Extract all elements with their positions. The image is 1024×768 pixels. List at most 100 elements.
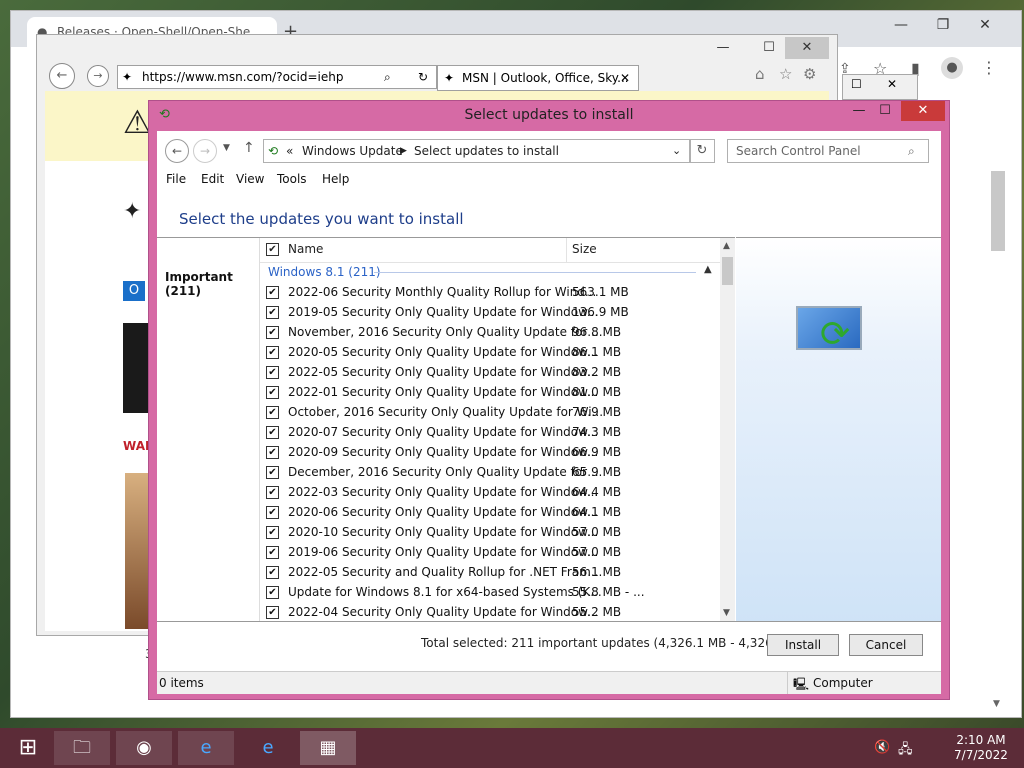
update-checkbox[interactable]: ✔ xyxy=(266,566,279,579)
table-row[interactable]: ✔ November, 2016 Security Only Quality Up… xyxy=(260,322,720,342)
breadcrumb-windows-update[interactable]: Windows Update xyxy=(302,140,403,162)
update-checkbox[interactable]: ✔ xyxy=(266,406,279,419)
table-row[interactable]: ✔ October, 2016 Security Only Quality Upd… xyxy=(260,402,720,422)
table-row[interactable]: ✔ 2020-10 Security Only Quality Update fo… xyxy=(260,522,720,542)
update-checkbox[interactable]: ✔ xyxy=(266,446,279,459)
file-explorer-icon[interactable]: 🗀 xyxy=(54,731,110,765)
control-panel-taskbar-icon[interactable]: ▦ xyxy=(300,731,356,765)
update-checkbox[interactable]: ✔ xyxy=(266,326,279,339)
menu-file[interactable]: File xyxy=(166,172,186,186)
table-row[interactable]: ✔ Update for Windows 8.1 for x64-based Sy… xyxy=(260,582,720,602)
search-input[interactable]: Search Control Panel ⌕ xyxy=(727,139,929,163)
volume-muted-icon[interactable]: 🔇 xyxy=(874,740,890,755)
dialog-close-button[interactable]: ✕ xyxy=(901,101,945,121)
ie-taskbar-icon[interactable]: e xyxy=(178,731,234,765)
menu-edit[interactable]: Edit xyxy=(201,172,224,186)
forward-icon[interactable]: → xyxy=(193,139,217,163)
ie-refresh-icon[interactable]: ↻ xyxy=(418,66,428,88)
breadcrumb-prefix[interactable]: « xyxy=(286,140,293,162)
background-window[interactable]: ☐ ✕ xyxy=(842,74,918,100)
update-checkbox[interactable]: ✔ xyxy=(266,366,279,379)
table-row[interactable]: ✔ 2022-05 Security and Quality Rollup for… xyxy=(260,562,720,582)
ie-close-button[interactable]: ✕ xyxy=(785,37,829,59)
outlook-icon[interactable]: O xyxy=(123,281,145,301)
scroll-down-icon[interactable]: ▼ xyxy=(993,699,1000,709)
search-icon[interactable]: ⌕ xyxy=(908,140,915,162)
breadcrumb-current[interactable]: Select updates to install xyxy=(414,140,559,162)
scroll-down-icon[interactable]: ▼ xyxy=(723,608,730,618)
scrollbar-thumb[interactable] xyxy=(722,257,733,285)
table-row[interactable]: ✔ 2019-05 Security Only Quality Update fo… xyxy=(260,302,720,322)
table-row[interactable]: ✔ 2020-07 Security Only Quality Update fo… xyxy=(260,422,720,442)
column-name[interactable]: Name xyxy=(288,242,323,256)
group-header[interactable]: Windows 8.1 (211) ▲ xyxy=(260,262,720,282)
update-checkbox[interactable]: ✔ xyxy=(266,606,279,619)
chrome-close-button[interactable]: ✕ xyxy=(965,17,1005,33)
chrome-minimize-button[interactable]: — xyxy=(881,17,921,33)
table-row[interactable]: ✔ 2020-09 Security Only Quality Update fo… xyxy=(260,442,720,462)
ie-search-icon[interactable]: ⌕ xyxy=(384,66,391,88)
chrome-scrollbar-thumb[interactable] xyxy=(991,171,1005,251)
update-checkbox[interactable]: ✔ xyxy=(266,486,279,499)
menu-help[interactable]: Help xyxy=(322,172,349,186)
table-row[interactable]: ✔ 2020-06 Security Only Quality Update fo… xyxy=(260,502,720,522)
table-row[interactable]: ✔ 2022-03 Security Only Quality Update fo… xyxy=(260,482,720,502)
chrome-maximize-button[interactable]: ❐ xyxy=(923,17,963,33)
install-button[interactable]: Install xyxy=(767,634,839,656)
ie-settings-icon[interactable]: ⚙ xyxy=(803,65,816,83)
profile-avatar-icon[interactable]: ● xyxy=(941,57,963,79)
table-row[interactable]: ✔ 2022-06 Security Monthly Quality Rollup… xyxy=(260,282,720,302)
address-dropdown-icon[interactable]: ⌄ xyxy=(672,140,681,162)
bg-close-icon[interactable]: ✕ xyxy=(887,77,897,91)
update-checkbox[interactable]: ✔ xyxy=(266,506,279,519)
ie-forward-icon[interactable]: → xyxy=(87,65,109,87)
up-icon[interactable]: ↑ xyxy=(243,140,255,156)
network-icon[interactable]: 🖧 xyxy=(898,740,913,762)
table-row[interactable]: ✔ 2022-01 Security Only Quality Update fo… xyxy=(260,382,720,402)
news-image[interactable] xyxy=(123,323,149,413)
collapse-icon[interactable]: ▲ xyxy=(704,264,712,275)
scroll-up-icon[interactable]: ▲ xyxy=(723,241,730,251)
update-checkbox[interactable]: ✔ xyxy=(266,466,279,479)
bg-maximize-icon[interactable]: ☐ xyxy=(851,77,862,91)
update-checkbox[interactable]: ✔ xyxy=(266,426,279,439)
ie-minimize-button[interactable]: — xyxy=(701,37,745,59)
address-breadcrumb[interactable]: ⟲ « Windows Update ▶ Select updates to i… xyxy=(263,139,691,163)
cancel-button[interactable]: Cancel xyxy=(849,634,923,656)
ie-address-bar[interactable]: ✦ https://www.msn.com/?ocid=iehp ⌕ ↻ xyxy=(117,65,437,89)
chrome-icon[interactable]: ◉ xyxy=(116,731,172,765)
table-row[interactable]: ✔ 2022-05 Security Only Quality Update fo… xyxy=(260,362,720,382)
ie-home-icon[interactable]: ⌂ xyxy=(755,65,765,83)
menu-view[interactable]: View xyxy=(236,172,264,186)
update-checkbox[interactable]: ✔ xyxy=(266,546,279,559)
recent-locations-icon[interactable]: ▼ xyxy=(223,143,230,153)
update-checkbox[interactable]: ✔ xyxy=(266,526,279,539)
ie-taskbar-icon-2[interactable]: e xyxy=(240,731,296,765)
chrome-menu-icon[interactable]: ⋮ xyxy=(981,58,997,77)
update-checkbox[interactable]: ✔ xyxy=(266,306,279,319)
news-photo[interactable] xyxy=(125,473,149,629)
table-row[interactable]: ✔ December, 2016 Security Only Quality Up… xyxy=(260,462,720,482)
table-row[interactable]: ✔ 2020-05 Security Only Quality Update fo… xyxy=(260,342,720,362)
dialog-titlebar[interactable]: ⟲ Select updates to install — ☐ ✕ xyxy=(149,101,949,131)
refresh-icon[interactable]: ↻ xyxy=(689,139,715,163)
select-all-checkbox[interactable]: ✔ xyxy=(266,243,279,256)
ie-favorites-icon[interactable]: ☆ xyxy=(779,65,792,83)
table-row[interactable]: ✔ 2019-06 Security Only Quality Update fo… xyxy=(260,542,720,562)
category-important[interactable]: Important (211) xyxy=(165,270,259,298)
update-checkbox[interactable]: ✔ xyxy=(266,346,279,359)
menu-tools[interactable]: Tools xyxy=(277,172,307,186)
start-button-icon[interactable]: ⊞ xyxy=(0,731,56,765)
ie-back-icon[interactable]: ← xyxy=(49,63,75,89)
dialog-maximize-button[interactable]: ☐ xyxy=(867,101,903,121)
table-row[interactable]: ✔ 2022-04 Security Only Quality Update fo… xyxy=(260,602,720,622)
list-scrollbar[interactable]: ▲ ▼ xyxy=(720,238,735,622)
clock[interactable]: 2:10 AM 7/7/2022 xyxy=(944,733,1018,763)
update-checkbox[interactable]: ✔ xyxy=(266,586,279,599)
update-checkbox[interactable]: ✔ xyxy=(266,386,279,399)
column-size[interactable]: Size xyxy=(572,242,597,256)
back-icon[interactable]: ← xyxy=(165,139,189,163)
update-checkbox[interactable]: ✔ xyxy=(266,286,279,299)
ie-tab[interactable]: ✦ MSN | Outlook, Office, Sky... ✕ xyxy=(437,65,639,91)
ie-tab-close-icon[interactable]: ✕ xyxy=(620,66,630,90)
